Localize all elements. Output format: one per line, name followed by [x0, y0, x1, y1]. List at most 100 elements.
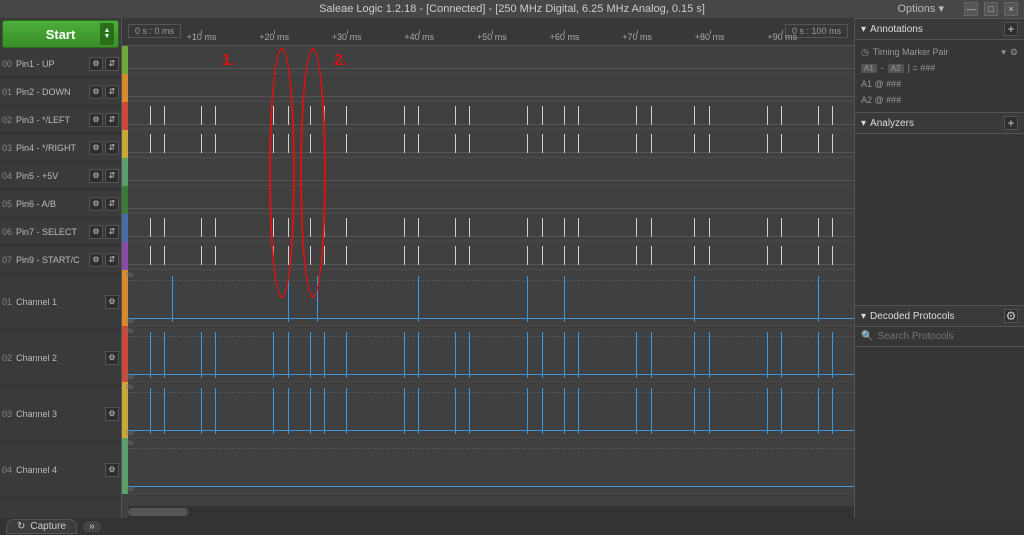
maximize-button[interactable]: □	[984, 2, 998, 16]
timeline[interactable]: 0 s : 0 ms 0 s : 100 ms +10 ms+20 ms+30 …	[122, 18, 854, 46]
analog-channel-row[interactable]: 04 Channel 4 ⚙	[0, 442, 121, 498]
channel-trigger-button[interactable]: ⇵	[105, 169, 119, 183]
analog-channel-row[interactable]: 01 Channel 1 ⚙	[0, 274, 121, 330]
digital-channel-row[interactable]: 01 Pin2 - DOWN ⚙ ⇵	[0, 78, 121, 106]
digital-track[interactable]	[128, 74, 854, 102]
channel-number: 06	[2, 227, 16, 237]
capture-label: Capture	[30, 521, 66, 532]
annotation-ellipse-1	[269, 48, 295, 298]
timeline-tick: +40 ms	[404, 32, 434, 42]
timing-pair-row[interactable]: ◷ Timing Marker Pair ▾ ⚙	[861, 44, 1018, 60]
channel-settings-button[interactable]: ⚙	[105, 351, 119, 365]
channel-name: Pin7 - SELECT	[16, 227, 87, 237]
minimize-button[interactable]: —	[964, 2, 978, 16]
channel-trigger-button[interactable]: ⇵	[105, 141, 119, 155]
channel-number: 04	[2, 465, 16, 475]
channel-number: 04	[2, 171, 16, 181]
digital-channel-row[interactable]: 06 Pin7 - SELECT ⚙ ⇵	[0, 218, 121, 246]
decoded-header[interactable]: ▾ Decoded Protocols ⚙	[855, 305, 1024, 327]
digital-channel-row[interactable]: 07 Pin9 - START/C ⚙ ⇵	[0, 246, 121, 274]
capture-tab[interactable]: ↻ Capture	[6, 519, 77, 534]
channel-trigger-button[interactable]: ⇵	[105, 197, 119, 211]
digital-track[interactable]	[128, 242, 854, 270]
channel-trigger-button[interactable]: ⇵	[105, 253, 119, 267]
channel-number: 00	[2, 59, 16, 69]
start-dropdown[interactable]: ▲▼	[100, 23, 114, 45]
channel-settings-button[interactable]: ⚙	[89, 225, 103, 239]
gear-icon[interactable]: ⚙	[1010, 47, 1018, 58]
digital-channel-row[interactable]: 05 Pin6 - A/B ⚙ ⇵	[0, 190, 121, 218]
digital-channel-row[interactable]: 04 Pin5 - +5V ⚙ ⇵	[0, 162, 121, 190]
channel-settings-button[interactable]: ⚙	[89, 169, 103, 183]
channel-trigger-button[interactable]: ⇵	[105, 225, 119, 239]
close-button[interactable]: ×	[1004, 2, 1018, 16]
window-controls: — □ ×	[964, 2, 1018, 16]
chevron-down-icon[interactable]: ▾	[1001, 47, 1006, 58]
protocol-search[interactable]: 🔍	[855, 327, 1024, 347]
start-button[interactable]: Start ▲▼	[2, 20, 119, 48]
analog-channel-row[interactable]: 03 Channel 3 ⚙	[0, 386, 121, 442]
channel-settings-button[interactable]: ⚙	[89, 57, 103, 71]
channel-settings-button[interactable]: ⚙	[105, 463, 119, 477]
capture-next[interactable]: »	[83, 521, 101, 532]
clock-icon: ◷	[861, 47, 869, 58]
channel-name: Pin5 - +5V	[16, 171, 87, 181]
channel-name: Channel 1	[16, 297, 103, 307]
decoded-title: Decoded Protocols	[870, 311, 955, 322]
annotations-body: ◷ Timing Marker Pair ▾ ⚙ A1-A2 | = ### A…	[855, 40, 1024, 112]
start-label: Start	[46, 27, 76, 42]
channel-settings-button[interactable]: ⚙	[89, 141, 103, 155]
channel-settings-button[interactable]: ⚙	[89, 85, 103, 99]
digital-track[interactable]	[128, 130, 854, 158]
analog-channel-row[interactable]: 02 Channel 2 ⚙	[0, 330, 121, 386]
channel-settings-button[interactable]: ⚙	[89, 253, 103, 267]
add-analyzer-button[interactable]: +	[1004, 116, 1018, 130]
analog-track[interactable]: 8v0v	[128, 270, 854, 326]
timeline-tick: +30 ms	[332, 32, 362, 42]
search-icon: 🔍	[861, 331, 873, 342]
channel-number: 01	[2, 297, 16, 307]
timeline-tick: +50 ms	[477, 32, 507, 42]
channel-name: Pin3 - */LEFT	[16, 115, 87, 125]
digital-track[interactable]	[128, 102, 854, 130]
bottom-bar: ↻ Capture »	[0, 518, 1024, 535]
capture-icon: ↻	[17, 521, 25, 532]
analog-track[interactable]: 8v0v	[128, 382, 854, 438]
channel-name: Pin2 - DOWN	[16, 87, 87, 97]
analog-track[interactable]: 8v0v	[128, 438, 854, 494]
channel-settings-button[interactable]: ⚙	[89, 197, 103, 211]
timeline-tick: +10 ms	[187, 32, 217, 42]
waveform-area[interactable]: 0 s : 0 ms 0 s : 100 ms +10 ms+20 ms+30 …	[122, 18, 854, 518]
digital-track[interactable]	[128, 186, 854, 214]
channel-number: 03	[2, 409, 16, 419]
annotations-header[interactable]: ▾ Annotations +	[855, 18, 1024, 40]
channel-trigger-button[interactable]: ⇵	[105, 113, 119, 127]
channel-settings-button[interactable]: ⚙	[89, 113, 103, 127]
digital-track[interactable]	[128, 46, 854, 74]
decoded-settings-button[interactable]: ⚙	[1004, 309, 1018, 323]
digital-channel-row[interactable]: 02 Pin3 - */LEFT ⚙ ⇵	[0, 106, 121, 134]
timing-pair-label: Timing Marker Pair	[873, 47, 949, 57]
digital-track[interactable]	[128, 214, 854, 242]
protocol-search-input[interactable]	[877, 331, 1018, 342]
add-annotation-button[interactable]: +	[1004, 22, 1018, 36]
annotations-title: Annotations	[870, 24, 923, 35]
options-menu[interactable]: Options ▾	[898, 2, 945, 15]
channel-name: Pin6 - A/B	[16, 199, 87, 209]
digital-channel-row[interactable]: 03 Pin4 - */RIGHT ⚙ ⇵	[0, 134, 121, 162]
digital-channel-row[interactable]: 00 Pin1 - UP ⚙ ⇵	[0, 50, 121, 78]
channel-settings-button[interactable]: ⚙	[105, 407, 119, 421]
horizontal-scrollbar[interactable]	[128, 506, 854, 518]
channel-number: 07	[2, 255, 16, 265]
title-bar: Saleae Logic 1.2.18 - [Connected] - [250…	[0, 0, 1024, 18]
channel-trigger-button[interactable]: ⇵	[105, 57, 119, 71]
chevron-down-icon: ▾	[861, 118, 866, 129]
digital-track[interactable]	[128, 158, 854, 186]
channel-trigger-button[interactable]: ⇵	[105, 85, 119, 99]
analog-track[interactable]: 8v0v	[128, 326, 854, 382]
scrollbar-thumb[interactable]	[128, 508, 188, 516]
channel-name: Channel 4	[16, 465, 103, 475]
analyzers-header[interactable]: ▾ Analyzers +	[855, 112, 1024, 134]
channel-number: 05	[2, 199, 16, 209]
channel-settings-button[interactable]: ⚙	[105, 295, 119, 309]
